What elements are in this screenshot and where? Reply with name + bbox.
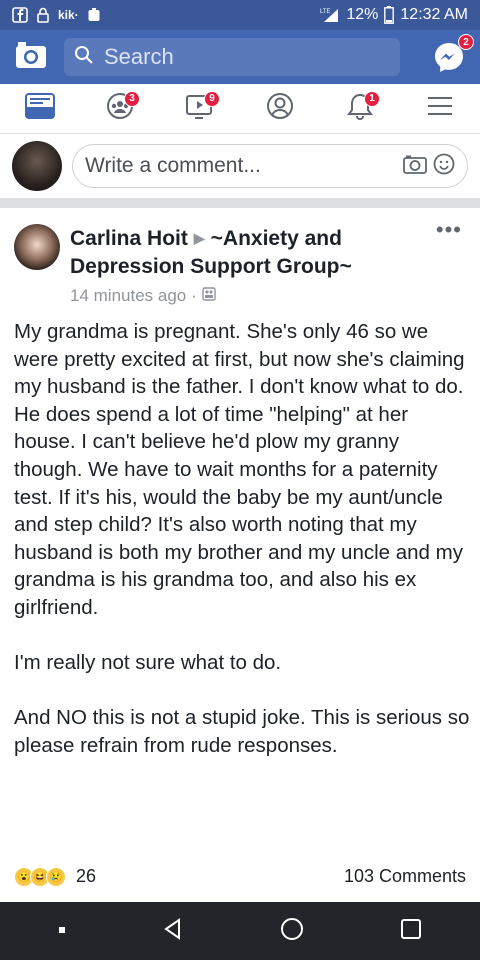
- nav-tabs: 3 9 1: [0, 84, 480, 134]
- shield-icon: [87, 7, 101, 23]
- comment-placeholder: Write a comment...: [85, 154, 261, 177]
- post: Carlina Hoit ▶ ~Anxiety and Depression Sup…: [0, 208, 480, 902]
- notifications-badge: 1: [364, 90, 380, 107]
- comment-input[interactable]: Write a comment...: [72, 144, 468, 188]
- messenger-icon: [432, 43, 466, 78]
- menu-icon: [427, 95, 453, 122]
- kik-label: kik·: [58, 8, 79, 22]
- tab-notifications[interactable]: 1: [340, 89, 380, 129]
- back-icon[interactable]: [161, 917, 185, 946]
- watch-badge: 9: [204, 90, 220, 107]
- commenter-avatar: [12, 141, 62, 191]
- author-avatar[interactable]: [14, 224, 60, 270]
- feed-divider: [0, 198, 480, 208]
- post-header: Carlina Hoit ▶ ~Anxiety and Depression Sup…: [70, 224, 410, 281]
- search-placeholder: Search: [104, 44, 174, 69]
- search-icon: [74, 45, 94, 70]
- tab-groups[interactable]: 3: [100, 89, 140, 129]
- tab-news-feed[interactable]: [20, 89, 60, 129]
- home-icon[interactable]: [279, 916, 305, 947]
- status-left: kik·: [12, 7, 101, 23]
- comment-icons: [403, 153, 455, 180]
- arrow-right-icon: ▶: [193, 230, 205, 246]
- post-paragraph: And NO this is not a stupid joke. This i…: [14, 706, 470, 757]
- post-paragraph: My grandma is pregnant. She's only 46 so…: [14, 320, 465, 619]
- battery-icon: [384, 6, 395, 24]
- sad-reaction-icon: 😢: [46, 866, 66, 887]
- facebook-icon: [12, 7, 28, 23]
- tab-watch[interactable]: 9: [180, 89, 220, 129]
- post-body: My grandma is pregnant. She's only 46 so…: [14, 318, 470, 787]
- messenger-badge: 2: [458, 34, 474, 50]
- dot-icon: [57, 922, 67, 940]
- more-options-icon[interactable]: •••: [436, 219, 462, 241]
- camera-icon[interactable]: [403, 154, 427, 179]
- post-paragraph: I'm really not sure what to do.: [14, 651, 282, 675]
- post-time[interactable]: 14 minutes ago: [70, 286, 186, 306]
- status-right: LTE 12% 12:32 AM: [320, 6, 468, 24]
- battery-percent: 12%: [346, 6, 379, 23]
- comment-row: Write a comment...: [0, 134, 480, 198]
- reactions-summary[interactable]: 😮 😆 😢 26: [14, 866, 96, 887]
- profile-icon: [265, 91, 295, 126]
- search-bar[interactable]: Search: [64, 38, 400, 76]
- comments-count[interactable]: 103 Comments: [344, 866, 466, 887]
- signal-icon: LTE: [320, 7, 340, 23]
- camera-icon[interactable]: [14, 40, 48, 75]
- separator-dot: ·: [191, 286, 197, 305]
- status-bar: kik· LTE 12% 12:32 AM: [0, 0, 480, 30]
- emoji-icon[interactable]: [433, 153, 455, 180]
- screen: kik· LTE 12% 12:32 AM Search 2 3 9 1 Wri…: [0, 0, 480, 960]
- tab-menu[interactable]: [420, 89, 460, 129]
- android-nav-bar: [0, 902, 480, 960]
- news-feed-icon: [25, 93, 55, 124]
- svg-text:LTE: LTE: [320, 9, 331, 15]
- groups-badge: 3: [124, 90, 140, 107]
- clock: 12:32 AM: [400, 6, 468, 23]
- recents-icon[interactable]: [399, 917, 423, 946]
- post-meta: 14 minutes ago ·: [70, 286, 216, 306]
- top-bar: Search 2: [0, 30, 480, 84]
- lock-icon: [36, 7, 50, 23]
- tab-profile[interactable]: [260, 89, 300, 129]
- group-privacy-icon: [202, 286, 216, 306]
- author-name[interactable]: Carlina Hoit: [70, 227, 188, 250]
- messenger-button[interactable]: 2: [432, 34, 474, 74]
- reaction-count: 26: [76, 866, 97, 886]
